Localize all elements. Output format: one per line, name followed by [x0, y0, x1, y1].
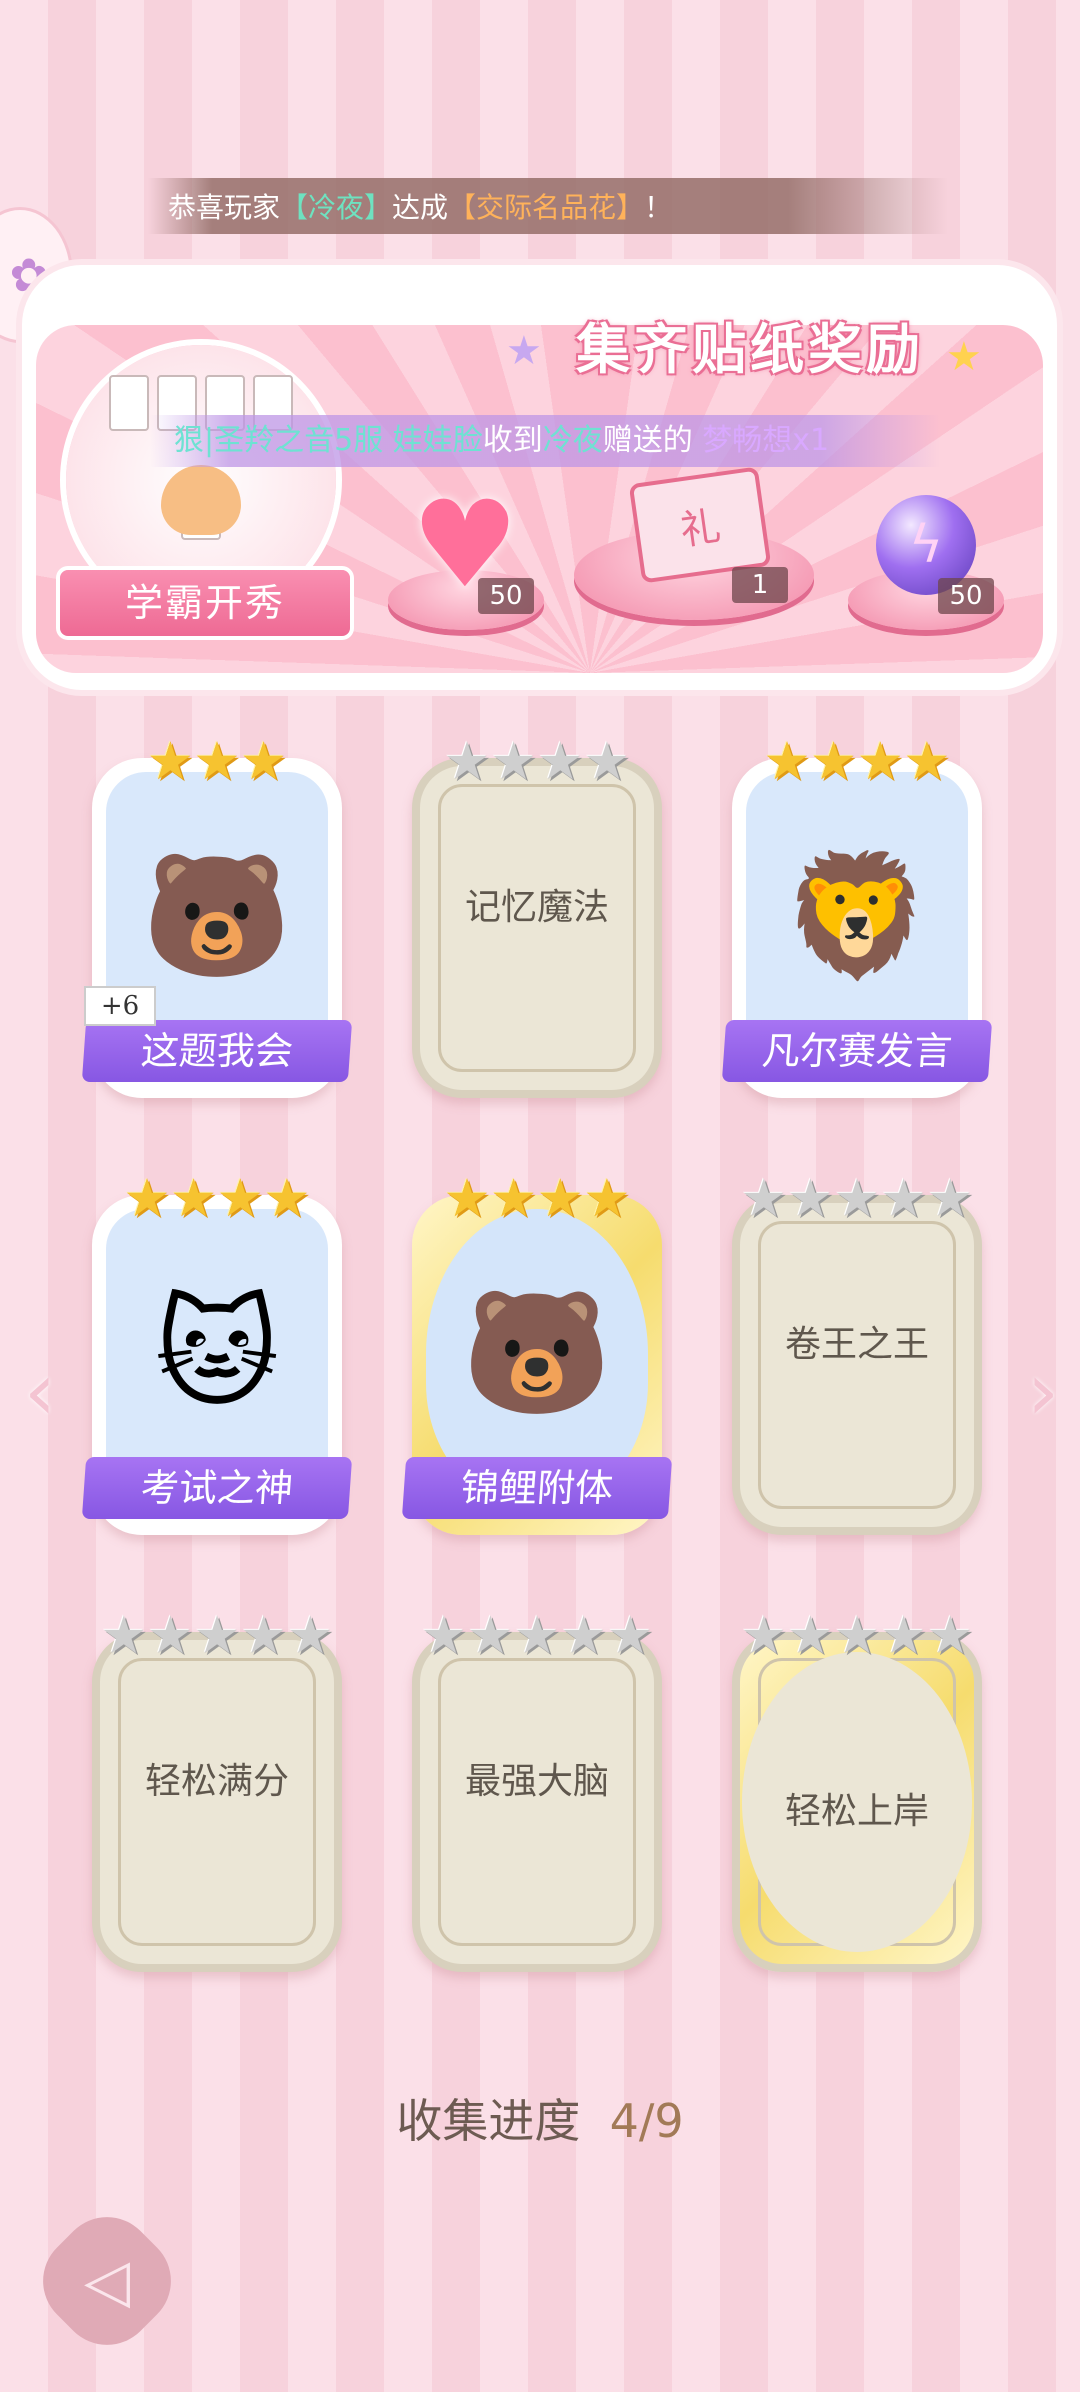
star-rating: ★ ★ ★ ★ ★: [412, 1610, 662, 1662]
star-empty-icon: ★: [926, 1169, 974, 1229]
card-name: 记忆魔法: [464, 887, 609, 928]
sticker-card[interactable]: 🐻 这题我会 +6 ★ ★ ★: [81, 736, 353, 1098]
star-empty-icon: ★: [787, 1606, 834, 1666]
back-arrow-icon: ◁: [83, 2246, 131, 2316]
progress-label: 收集进度: [396, 2094, 581, 2148]
star-filled-icon: ★: [170, 1169, 217, 1229]
card-art-icon: 🦁: [746, 772, 968, 1062]
achievement-marquee: 恭喜玩家 【冷夜】 达成 【交际名品花】 ！: [148, 178, 948, 234]
notice-received: 收到: [482, 423, 543, 458]
notice-giver: 冷夜: [542, 423, 603, 458]
star-empty-icon: ★: [193, 1606, 241, 1666]
star-empty-icon: ★: [537, 732, 584, 792]
star-filled-icon: ★: [240, 732, 287, 792]
card-name: 这题我会: [81, 1020, 353, 1082]
progress-value: 4/9: [609, 2094, 684, 2148]
star-empty-icon: ★: [880, 1169, 927, 1229]
notice-sent: 赠送的: [602, 423, 693, 458]
star-empty-icon: ★: [286, 1606, 334, 1666]
star-filled-icon: ★: [763, 732, 811, 792]
star-empty-icon: ★: [833, 1169, 881, 1229]
marquee-middle: 达成: [392, 191, 449, 224]
star-filled-icon: ★: [583, 1169, 631, 1229]
sticker-card[interactable]: 记忆魔法 ★ ★ ★ ★: [412, 736, 662, 1098]
star-empty-icon: ★: [467, 1606, 514, 1666]
reward-gift-box[interactable]: 礼: [628, 466, 772, 584]
star-rating: ★ ★ ★ ★ ★: [732, 1173, 982, 1225]
marquee-achievement: 【交际名品花】: [448, 191, 645, 224]
star-empty-icon: ★: [787, 1169, 834, 1229]
marquee-prefix: 恭喜玩家: [168, 191, 281, 224]
reward-count: 50: [478, 578, 534, 614]
notice-server: 狠|圣羚之音5服: [174, 423, 384, 458]
notice-sender: 娃娃脸: [392, 423, 483, 458]
star-empty-icon: ★: [880, 1606, 927, 1666]
star-filled-icon: ★: [193, 732, 241, 792]
marquee-suffix: ！: [644, 191, 673, 224]
collection-progress: 收集进度 4/9: [0, 2085, 1080, 2151]
star-empty-icon: ★: [833, 1606, 881, 1666]
prev-page-arrow[interactable]: ‹: [15, 1352, 65, 1432]
star-filled-icon: ★: [123, 1169, 171, 1229]
reward-count: 50: [938, 578, 994, 614]
sticker-name: 学霸开秀: [60, 570, 350, 636]
star-empty-icon: ★: [926, 1606, 974, 1666]
star-filled-icon: ★: [903, 732, 951, 792]
star-empty-icon: ★: [560, 1606, 607, 1666]
gift-box-icon: 礼: [628, 466, 772, 584]
star-filled-icon: ★: [490, 1169, 537, 1229]
star-empty-icon: ★: [740, 1606, 788, 1666]
sticker-card[interactable]: 最强大脑 ★ ★ ★ ★ ★: [412, 1610, 662, 1972]
star-filled-icon: ★: [857, 732, 904, 792]
card-name: 最强大脑: [464, 1761, 609, 1802]
star-empty-icon: ★: [420, 1606, 468, 1666]
card-name: 考试之神: [81, 1457, 353, 1519]
gift-notice: 狠|圣羚之音5服 娃娃脸收到冷夜赠送的 梦畅想x1: [150, 415, 940, 467]
star-rating: ★ ★ ★ ★ ★: [732, 1610, 982, 1662]
star-rating: ★ ★ ★ ★: [412, 736, 662, 788]
star-filled-icon: ★: [810, 732, 857, 792]
star-empty-icon: ★: [740, 1169, 788, 1229]
star-empty-icon: ★: [583, 732, 631, 792]
marquee-player: 【冷夜】: [280, 191, 393, 224]
sticker-card[interactable]: 轻松满分 ★ ★ ★ ★ ★: [92, 1610, 342, 1972]
star-empty-icon: ★: [513, 1606, 561, 1666]
notice-item: 梦畅想x1: [702, 423, 830, 458]
star-empty-icon: ★: [240, 1606, 287, 1666]
star-rating: ★ ★ ★ ★: [92, 1173, 342, 1225]
card-name: 轻松上岸: [784, 1791, 929, 1832]
sticker-card[interactable]: 🦁 凡尔赛发言 ★ ★ ★ ★: [721, 736, 993, 1098]
card-name: 卷王之王: [784, 1324, 929, 1365]
count-badge: +6: [84, 986, 156, 1026]
star-left-icon: ★: [506, 328, 542, 374]
star-empty-icon: ★: [443, 732, 491, 792]
next-page-arrow[interactable]: ›: [1018, 1352, 1068, 1432]
star-rating: ★ ★ ★ ★: [732, 736, 982, 788]
sticker-card[interactable]: 🐻 锦鲤附体 ★ ★ ★ ★: [401, 1173, 673, 1535]
card-name: 锦鲤附体: [401, 1457, 673, 1519]
star-filled-icon: ★: [537, 1169, 584, 1229]
star-rating: ★ ★ ★: [92, 736, 342, 788]
star-filled-icon: ★: [263, 1169, 311, 1229]
star-rating: ★ ★ ★ ★ ★: [92, 1610, 342, 1662]
star-filled-icon: ★: [147, 732, 194, 792]
sticker-card[interactable]: 卷王之王 ★ ★ ★ ★ ★: [732, 1173, 982, 1535]
cat-icon: [161, 465, 241, 535]
star-rating: ★ ★ ★ ★: [412, 1173, 662, 1225]
card-art-icon: 🐻: [426, 1209, 648, 1499]
star-empty-icon: ★: [490, 732, 537, 792]
sticker-card[interactable]: 🐱 考试之神 ★ ★ ★ ★: [81, 1173, 353, 1535]
back-button[interactable]: ◁: [23, 2197, 191, 2365]
card-name: 凡尔赛发言: [721, 1020, 993, 1082]
reward-title: 集齐贴纸奖励: [576, 318, 924, 381]
star-empty-icon: ★: [147, 1606, 194, 1666]
star-empty-icon: ★: [100, 1606, 148, 1666]
star-empty-icon: ★: [606, 1606, 654, 1666]
star-filled-icon: ★: [443, 1169, 491, 1229]
card-art-icon: 🐱: [106, 1209, 328, 1499]
sticker-card[interactable]: 轻松上岸 ★ ★ ★ ★ ★: [732, 1610, 982, 1972]
reward-count: 1: [732, 567, 788, 603]
star-filled-icon: ★: [217, 1169, 264, 1229]
card-name: 轻松满分: [144, 1761, 289, 1802]
